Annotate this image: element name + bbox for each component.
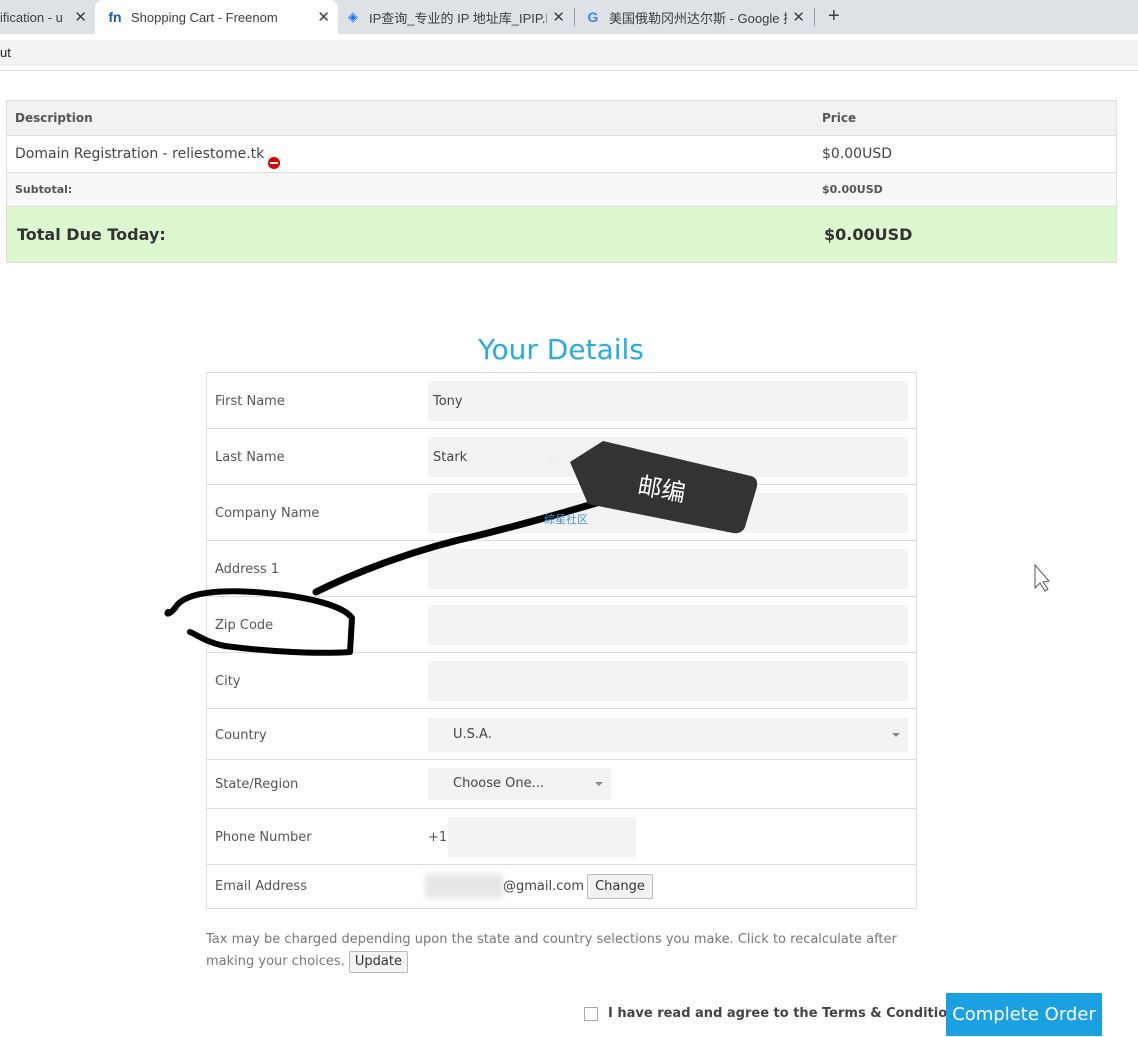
tag-hole-icon (546, 453, 560, 467)
scribble-tail (164, 605, 178, 617)
watermark-text: 综星社区 (544, 512, 588, 526)
annotation-overlay: 邮编 综星社区 (164, 441, 1050, 656)
zip-circle-scribble (172, 588, 355, 656)
mouse-cursor-icon (1034, 563, 1050, 592)
arrow-line (312, 486, 644, 596)
